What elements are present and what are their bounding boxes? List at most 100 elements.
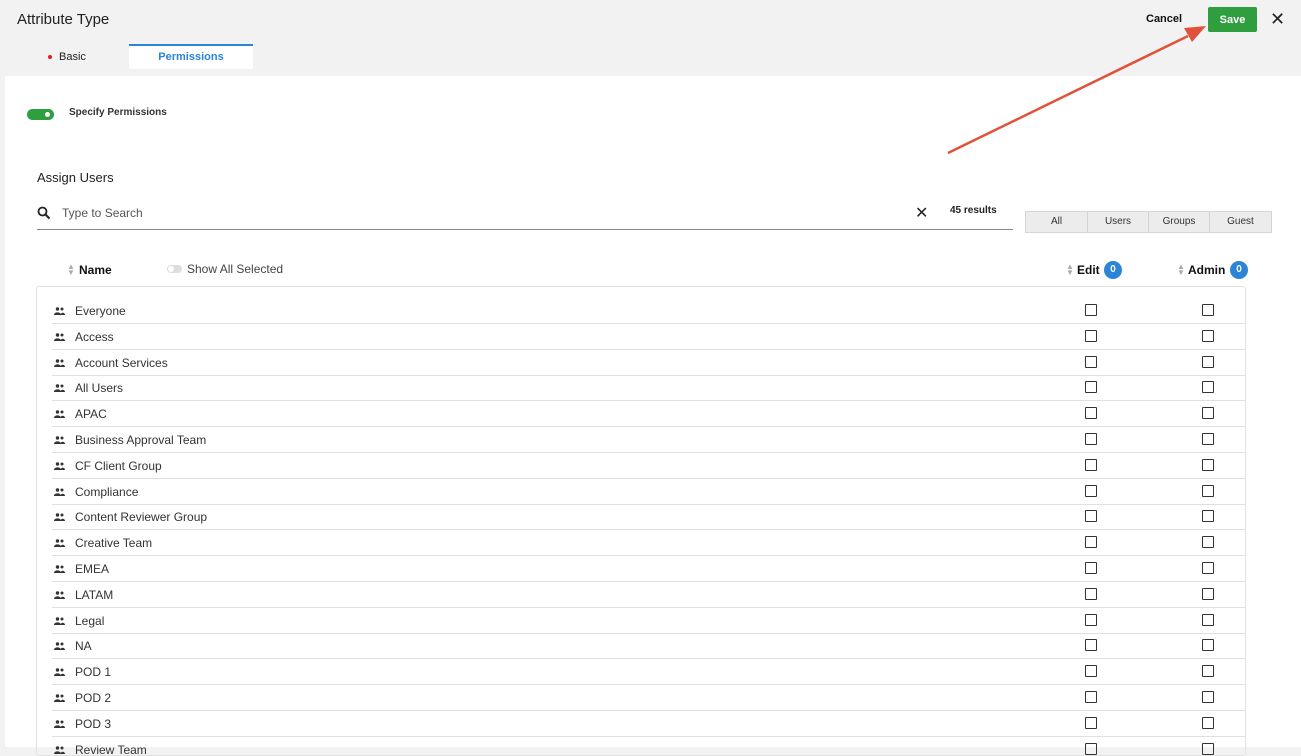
filter-guest-button[interactable]: Guest xyxy=(1209,211,1272,233)
required-dot-icon xyxy=(48,55,52,59)
edit-checkbox[interactable] xyxy=(1085,381,1097,394)
edit-checkbox[interactable] xyxy=(1085,510,1097,523)
save-button[interactable]: Save xyxy=(1208,7,1257,32)
group-icon xyxy=(54,358,65,367)
edit-checkbox[interactable] xyxy=(1085,665,1097,678)
list-item: POD 1 xyxy=(52,659,1245,686)
filter-all-button[interactable]: All xyxy=(1025,211,1088,233)
specify-permissions-toggle[interactable] xyxy=(27,109,54,120)
cancel-button[interactable]: Cancel xyxy=(1146,13,1182,25)
list-item: LATAM xyxy=(52,582,1245,608)
admin-checkbox[interactable] xyxy=(1202,329,1214,342)
list-item-name: Review Team xyxy=(75,742,147,756)
group-icon xyxy=(54,410,65,419)
admin-checkbox[interactable] xyxy=(1202,433,1214,445)
group-icon xyxy=(54,694,65,702)
edit-checkbox[interactable] xyxy=(1085,716,1097,729)
list-item: POD 2 xyxy=(52,685,1245,711)
tab-basic[interactable]: Basic xyxy=(33,45,123,69)
admin-count-badge: 0 xyxy=(1230,261,1248,279)
group-icon xyxy=(54,384,65,393)
list-item-name: NA xyxy=(75,639,92,654)
admin-checkbox[interactable] xyxy=(1202,381,1214,394)
list-item: Everyone xyxy=(52,298,1245,324)
list-item-name: POD 1 xyxy=(75,665,112,680)
column-header-admin[interactable]: Admin xyxy=(1188,263,1225,277)
name-sort-icon[interactable]: ▲ ▼ xyxy=(67,263,75,277)
admin-checkbox[interactable] xyxy=(1202,304,1214,316)
edit-checkbox[interactable] xyxy=(1085,484,1097,497)
edit-checkbox[interactable] xyxy=(1085,639,1097,652)
edit-checkbox[interactable] xyxy=(1085,304,1097,316)
tab-basic-label: Basic xyxy=(59,51,86,63)
close-icon[interactable]: ✕ xyxy=(1270,9,1285,29)
edit-checkbox[interactable] xyxy=(1085,536,1097,549)
group-icon xyxy=(54,591,65,599)
edit-checkbox[interactable] xyxy=(1085,613,1097,626)
assign-users-title: Assign Users xyxy=(37,170,114,185)
tab-permissions[interactable]: Permissions xyxy=(129,44,253,69)
admin-checkbox[interactable] xyxy=(1202,613,1214,626)
edit-sort-icon[interactable]: ▲ ▼ xyxy=(1066,263,1074,277)
admin-checkbox[interactable] xyxy=(1202,562,1214,574)
admin-checkbox[interactable] xyxy=(1202,742,1214,755)
edit-checkbox[interactable] xyxy=(1085,329,1097,342)
list-item-name: Access xyxy=(75,329,114,344)
search-underline xyxy=(37,229,1013,230)
edit-checkbox[interactable] xyxy=(1085,407,1097,420)
edit-checkbox[interactable] xyxy=(1085,562,1097,574)
admin-sort-icon[interactable]: ▲ ▼ xyxy=(1177,263,1185,277)
list-item-name: Account Services xyxy=(75,355,168,370)
list-item-name: Legal xyxy=(75,613,105,628)
edit-checkbox[interactable] xyxy=(1085,355,1097,368)
group-icon xyxy=(54,539,65,548)
list-item-name: POD 3 xyxy=(75,716,112,731)
admin-checkbox[interactable] xyxy=(1202,484,1214,497)
list-item: APAC xyxy=(52,401,1245,428)
admin-checkbox[interactable] xyxy=(1202,639,1214,652)
admin-checkbox[interactable] xyxy=(1202,510,1214,523)
edit-checkbox[interactable] xyxy=(1085,742,1097,755)
admin-checkbox[interactable] xyxy=(1202,587,1214,600)
admin-checkbox[interactable] xyxy=(1202,716,1214,729)
column-header-name[interactable]: Name xyxy=(79,263,112,277)
admin-checkbox[interactable] xyxy=(1202,458,1214,471)
list-item-name: EMEA xyxy=(75,562,110,576)
filter-users-button[interactable]: Users xyxy=(1087,211,1149,233)
modal-header: Attribute Type Cancel Save ✕ Basic Permi… xyxy=(0,0,1301,76)
group-icon xyxy=(54,436,65,444)
admin-checkbox[interactable] xyxy=(1202,691,1214,703)
search-icon xyxy=(37,206,51,220)
list-item-name: Creative Team xyxy=(75,536,153,551)
list-item-name: APAC xyxy=(75,407,107,422)
admin-checkbox[interactable] xyxy=(1202,355,1214,368)
edit-checkbox[interactable] xyxy=(1085,458,1097,471)
edit-checkbox[interactable] xyxy=(1085,691,1097,703)
edit-checkbox[interactable] xyxy=(1085,433,1097,445)
clear-search-icon[interactable]: ✕ xyxy=(915,203,928,223)
list-item: POD 3 xyxy=(52,711,1245,737)
list-item-name: POD 2 xyxy=(75,691,112,705)
edit-checkbox[interactable] xyxy=(1085,587,1097,600)
group-icon xyxy=(54,333,65,341)
filter-groups-button[interactable]: Groups xyxy=(1148,211,1210,233)
list-item: CF Client Group xyxy=(52,453,1245,479)
admin-checkbox[interactable] xyxy=(1202,665,1214,678)
column-header-edit[interactable]: Edit xyxy=(1077,263,1100,277)
results-count: 45 results xyxy=(950,205,997,216)
search-input[interactable] xyxy=(62,204,902,222)
group-icon xyxy=(54,462,65,470)
show-all-selected-toggle[interactable] xyxy=(167,265,182,273)
list-item-name: Business Approval Team xyxy=(75,433,207,447)
group-icon xyxy=(54,642,65,651)
specify-permissions-label: Specify Permissions xyxy=(69,107,167,118)
group-icon xyxy=(54,513,65,522)
list-item: Review Team xyxy=(52,737,1245,756)
list-item: Legal xyxy=(52,608,1245,634)
admin-checkbox[interactable] xyxy=(1202,407,1214,420)
list-item: Business Approval Team xyxy=(52,427,1245,453)
filter-segmented-control: All Users Groups Guest xyxy=(1025,211,1272,233)
group-icon xyxy=(54,616,65,625)
admin-checkbox[interactable] xyxy=(1202,536,1214,549)
list-item: Access xyxy=(52,324,1245,350)
